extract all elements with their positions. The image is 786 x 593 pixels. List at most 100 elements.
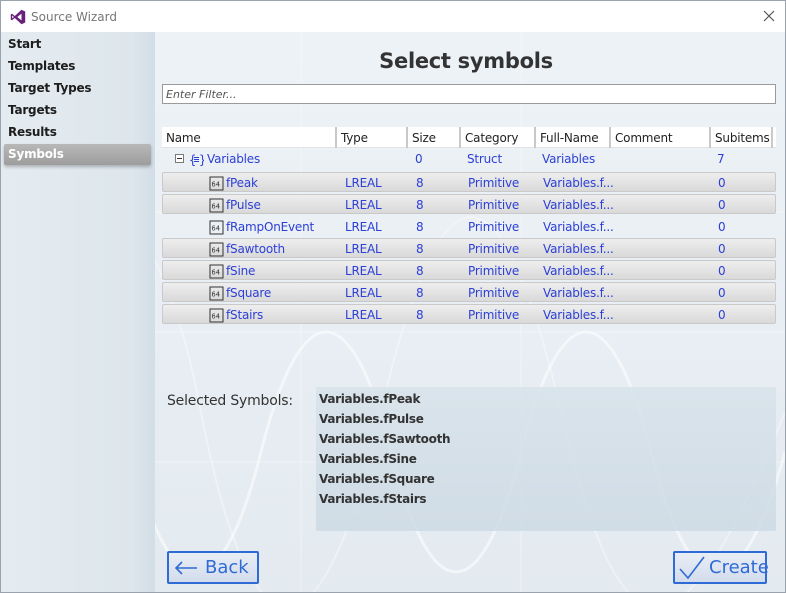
wizard-steps-sidebar: Start Templates Target Types Targets Res… xyxy=(1,32,155,592)
close-icon xyxy=(763,10,775,22)
svg-text:64: 64 xyxy=(212,181,220,189)
table-row[interactable]: 64 fSine LREAL 8 Primitive Variables.f..… xyxy=(162,260,776,280)
cell-category: Primitive xyxy=(468,264,520,278)
table-row[interactable]: 64 fRampOnEvent LREAL 8 Primitive Variab… xyxy=(162,216,776,236)
cell-category: Struct xyxy=(467,152,502,166)
filter-input[interactable] xyxy=(162,84,776,104)
cell-full-name: Variables.f... xyxy=(543,286,614,300)
svg-text:}: } xyxy=(199,153,204,167)
cell-subitems: 0 xyxy=(718,308,726,322)
cell-size: 8 xyxy=(416,220,424,234)
table-row[interactable]: 64 fPulse LREAL 8 Primitive Variables.f.… xyxy=(162,194,776,214)
create-button-label: Create xyxy=(709,557,769,578)
lreal-variable-icon: 64 xyxy=(209,242,224,257)
back-button-label: Back xyxy=(205,557,249,578)
window-title: Source Wizard xyxy=(31,9,117,24)
cell-subitems: 0 xyxy=(718,242,726,256)
tree-row-variables[interactable]: { } Variables 0 Struct Variables 7 xyxy=(162,148,776,170)
page-title: Select symbols xyxy=(379,49,553,73)
list-item: Variables.fPeak xyxy=(319,392,421,406)
cell-full-name: Variables.f... xyxy=(543,176,614,190)
cell-size: 8 xyxy=(416,176,424,190)
table-row[interactable]: 64 fPeak LREAL 8 Primitive Variables.f..… xyxy=(162,172,776,192)
lreal-variable-icon: 64 xyxy=(209,264,224,279)
list-item: Variables.fSawtooth xyxy=(319,432,451,446)
cell-subitems: 0 xyxy=(718,220,726,234)
cell-category: Primitive xyxy=(468,176,520,190)
cell-type: LREAL xyxy=(345,264,382,278)
table-row[interactable]: 64 fSquare LREAL 8 Primitive Variables.f… xyxy=(162,282,776,302)
cell-size: 8 xyxy=(416,198,424,212)
column-header-comment[interactable]: Comment xyxy=(611,127,711,148)
cell-category: Primitive xyxy=(468,220,520,234)
sidebar-item-results[interactable]: Results xyxy=(4,122,151,143)
cell-size: 8 xyxy=(416,308,424,322)
sidebar-item-start[interactable]: Start xyxy=(4,34,151,55)
column-header-size[interactable]: Size xyxy=(408,127,461,148)
sidebar-item-templates[interactable]: Templates xyxy=(4,56,151,77)
arrow-left-icon xyxy=(174,560,197,575)
cell-type: LREAL xyxy=(345,176,382,190)
column-header-type[interactable]: Type xyxy=(337,127,408,148)
sidebar-item-target-types[interactable]: Target Types xyxy=(4,78,151,99)
cell-name: fSawtooth xyxy=(226,242,285,256)
cell-size: 8 xyxy=(416,242,424,256)
lreal-variable-icon: 64 xyxy=(209,220,224,235)
back-button[interactable]: Back xyxy=(167,551,259,584)
cell-type: LREAL xyxy=(345,242,382,256)
lreal-variable-icon: 64 xyxy=(209,308,224,323)
cell-category: Primitive xyxy=(468,242,520,256)
svg-text:64: 64 xyxy=(212,313,220,321)
column-header-category[interactable]: Category xyxy=(461,127,536,148)
cell-subitems: 0 xyxy=(718,198,726,212)
list-item: Variables.fPulse xyxy=(319,412,424,426)
table-row[interactable]: 64 fSawtooth LREAL 8 Primitive Variables… xyxy=(162,238,776,258)
title-bar: Source Wizard xyxy=(1,1,785,32)
svg-text:64: 64 xyxy=(212,269,220,277)
svg-text:64: 64 xyxy=(212,291,220,299)
cell-type: LREAL xyxy=(345,198,382,212)
list-item: Variables.fSine xyxy=(319,452,417,466)
cell-subitems: 7 xyxy=(717,152,725,166)
collapse-toggle[interactable] xyxy=(175,154,184,163)
cell-full-name: Variables.f... xyxy=(543,264,614,278)
cell-full-name: Variables xyxy=(542,152,596,166)
column-header-subitems[interactable]: Subitems xyxy=(711,127,773,148)
main-panel: Select symbols Name Type Size Category F… xyxy=(156,32,785,592)
sidebar-item-targets[interactable]: Targets xyxy=(4,100,151,121)
grid-header: Name Type Size Category Full-Name Commen… xyxy=(162,127,776,148)
svg-text:64: 64 xyxy=(212,225,220,233)
close-button[interactable] xyxy=(761,8,777,24)
checkmark-icon xyxy=(679,556,705,579)
lreal-variable-icon: 64 xyxy=(209,198,224,213)
list-item: Variables.fStairs xyxy=(319,492,427,506)
cell-type: LREAL xyxy=(345,220,382,234)
column-header-name[interactable]: Name xyxy=(162,127,337,148)
lreal-variable-icon: 64 xyxy=(209,176,224,191)
cell-name: fSquare xyxy=(226,286,272,300)
cell-full-name: Variables.f... xyxy=(543,308,614,322)
create-button[interactable]: Create xyxy=(673,551,769,584)
cell-name: fSine xyxy=(226,264,256,278)
column-header-full-name[interactable]: Full-Name xyxy=(536,127,611,148)
cell-full-name: Variables.f... xyxy=(543,198,614,212)
cell-category: Primitive xyxy=(468,308,520,322)
cell-name: Variables xyxy=(207,152,261,166)
cell-subitems: 0 xyxy=(718,176,726,190)
cell-full-name: Variables.f... xyxy=(543,242,614,256)
cell-category: Primitive xyxy=(468,198,520,212)
list-item: Variables.fSquare xyxy=(319,472,435,486)
cell-size: 8 xyxy=(416,264,424,278)
svg-text:64: 64 xyxy=(212,247,220,255)
table-row[interactable]: 64 fStairs LREAL 8 Primitive Variables.f… xyxy=(162,304,776,324)
cell-subitems: 0 xyxy=(718,286,726,300)
cell-name: fRampOnEvent xyxy=(226,220,314,234)
lreal-variable-icon: 64 xyxy=(209,286,224,301)
sidebar-item-symbols[interactable]: Symbols xyxy=(4,144,151,165)
symbols-grid: Name Type Size Category Full-Name Commen… xyxy=(162,127,776,325)
cell-name: fPeak xyxy=(226,176,258,190)
svg-text:64: 64 xyxy=(212,203,220,211)
selected-symbols-list: Variables.fPeak Variables.fPulse Variabl… xyxy=(319,389,451,509)
source-wizard-window: Source Wizard Start Templates Target Typ… xyxy=(0,0,786,593)
cell-full-name: Variables.f... xyxy=(543,220,614,234)
